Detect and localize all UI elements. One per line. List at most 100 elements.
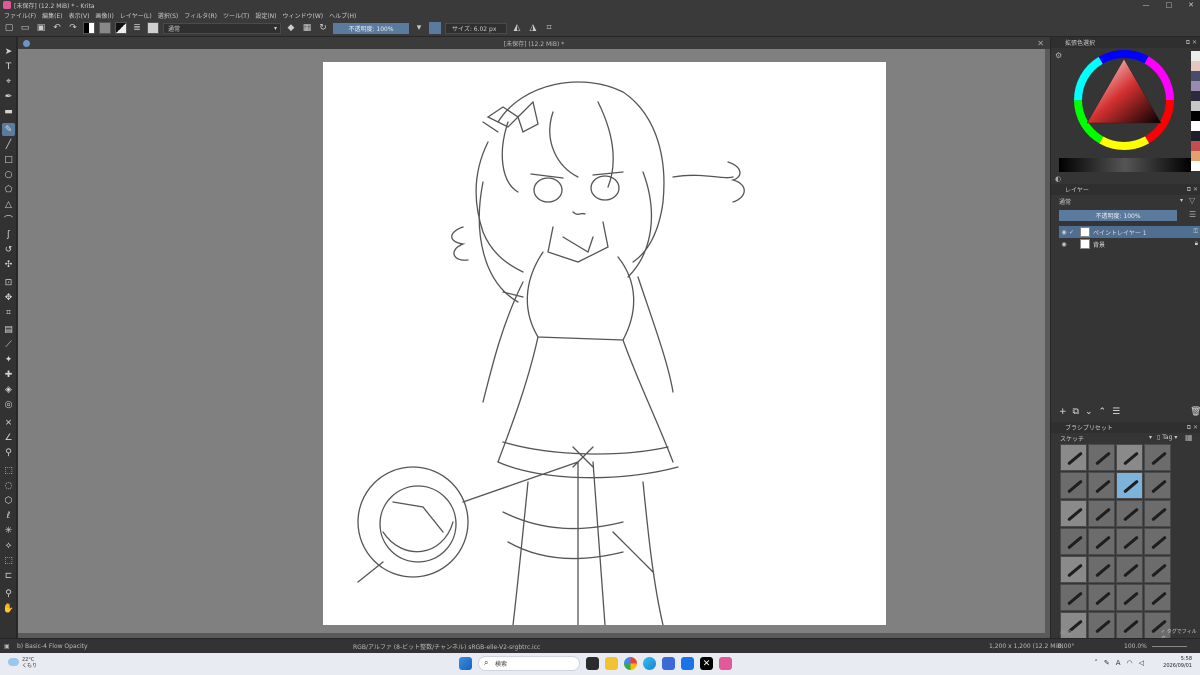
brush-preset[interactable] xyxy=(1116,500,1143,527)
pen-icon[interactable]: ✎ xyxy=(1104,659,1110,667)
transform-tool-icon[interactable]: ⊡ xyxy=(2,276,15,289)
chrome-icon[interactable] xyxy=(624,657,637,670)
delete-layer-icon[interactable]: 🗑︎ xyxy=(1190,407,1200,417)
enclose-fill-icon[interactable]: ◎ xyxy=(2,398,15,411)
clock-time[interactable]: 5:58 xyxy=(1163,656,1192,663)
close-button[interactable]: ✕ xyxy=(1188,0,1194,10)
rectangle-tool-icon[interactable]: □ xyxy=(2,153,15,166)
brush-preset[interactable] xyxy=(1144,500,1171,527)
ime-icon[interactable]: A xyxy=(1116,659,1121,667)
menu-file[interactable]: ファイル(F) xyxy=(4,11,36,20)
brush-preset[interactable] xyxy=(1144,444,1171,471)
brush-preset[interactable] xyxy=(1088,528,1115,555)
brush-preset[interactable] xyxy=(1088,556,1115,583)
eye-icon[interactable]: ◉ xyxy=(1059,229,1069,236)
dock-float-close-icon[interactable]: ⧉ ✕ xyxy=(1186,37,1197,48)
duplicate-layer-icon[interactable]: ⧉ xyxy=(1073,407,1079,417)
brush-preset[interactable] xyxy=(1144,528,1171,555)
edit-shapes-icon[interactable]: ⌖ xyxy=(2,75,15,88)
brush-preset[interactable] xyxy=(1116,444,1143,471)
polyline-tool-icon[interactable]: △ xyxy=(2,198,15,211)
select-shapes-icon[interactable]: ➤ xyxy=(2,45,15,58)
menu-help[interactable]: ヘルプ(H) xyxy=(329,11,356,20)
line-tool-icon[interactable]: ╱ xyxy=(2,138,15,151)
value-slider[interactable] xyxy=(1059,158,1191,172)
dock-float-close-icon[interactable]: ⧉ ✕ xyxy=(1187,422,1198,433)
calligraphy-icon[interactable]: ✒ xyxy=(2,90,15,103)
dock-float-close-icon[interactable]: ⧉ ✕ xyxy=(1187,184,1198,195)
magnetic-select-icon[interactable]: ⊏ xyxy=(2,569,15,582)
layer-properties-icon[interactable]: ☰ xyxy=(1112,407,1120,417)
brush-settings-icon[interactable]: ≣ xyxy=(131,22,143,34)
menu-select[interactable]: 選択(S) xyxy=(158,11,179,20)
layer-opacity-slider[interactable]: 不透明度: 100% xyxy=(1059,210,1177,221)
preserve-alpha-icon[interactable]: ▦ xyxy=(301,22,313,34)
colorize-mask-icon[interactable]: ✦ xyxy=(2,353,15,366)
layer-menu-icon[interactable]: ☰ xyxy=(1189,210,1196,219)
fill-tool-icon[interactable]: ◈ xyxy=(2,383,15,396)
wifi-icon[interactable]: ◠ xyxy=(1127,659,1133,667)
brush-preset[interactable] xyxy=(1060,528,1087,555)
color-wheel[interactable] xyxy=(1069,45,1179,155)
blend-mode-select[interactable]: 通常 ▾ xyxy=(163,22,281,34)
brush-preset-icon[interactable] xyxy=(147,22,159,34)
minimize-button[interactable]: — xyxy=(1143,0,1150,10)
add-layer-icon[interactable]: + xyxy=(1059,407,1067,417)
assistant-icon[interactable]: ⨯ xyxy=(2,416,15,429)
brush-preset[interactable] xyxy=(1144,556,1171,583)
move-up-icon[interactable]: ⌃ xyxy=(1099,407,1107,417)
assistant-tool-icon[interactable]: ▬ xyxy=(2,105,15,118)
brush-preset[interactable] xyxy=(1060,472,1087,499)
menu-image[interactable]: 画像(I) xyxy=(95,11,113,20)
grid-view-icon[interactable]: ▦ xyxy=(1185,433,1193,442)
crop-tool-icon[interactable]: ⌗ xyxy=(2,306,15,319)
document-tab[interactable]: [未保存] (12.2 MiB) * ✕ xyxy=(18,37,1050,49)
canvas-area[interactable]: [未保存] (12.2 MiB) * ✕ xyxy=(18,37,1050,638)
menu-layer[interactable]: レイヤー(L) xyxy=(120,11,152,20)
dynamic-brush-icon[interactable]: ↺ xyxy=(2,243,15,256)
layer-row[interactable]: ◉ 背景 🔒︎ xyxy=(1059,238,1200,250)
move-down-icon[interactable]: ⌄ xyxy=(1085,407,1093,417)
brush-preset[interactable] xyxy=(1088,500,1115,527)
drawing-canvas[interactable] xyxy=(323,62,886,625)
menu-window[interactable]: ウィンドウ(W) xyxy=(283,11,324,20)
maximize-button[interactable]: □ xyxy=(1166,0,1173,10)
brush-preset[interactable] xyxy=(1116,528,1143,555)
size-slider[interactable]: サイズ: 6.02 px xyxy=(445,22,507,34)
wrap-around-icon[interactable]: ⌗ xyxy=(543,22,555,34)
mirror-horizontal-icon[interactable]: ◭ xyxy=(511,22,523,34)
gradient-tool-icon[interactable]: ▤ xyxy=(2,323,15,336)
brush-preset[interactable] xyxy=(1116,584,1143,611)
zoom-slider[interactable] xyxy=(1152,646,1187,647)
menu-settings[interactable]: 設定(N) xyxy=(255,11,276,20)
reset-icon[interactable]: ◐ xyxy=(1055,175,1061,183)
krita-taskbar-icon[interactable] xyxy=(719,657,732,670)
brush-preset[interactable] xyxy=(1060,584,1087,611)
brush-preset[interactable] xyxy=(1060,556,1087,583)
outlook-icon[interactable] xyxy=(681,657,694,670)
polygon-select-icon[interactable]: ⬡ xyxy=(2,494,15,507)
reference-tool-icon[interactable]: ⚲ xyxy=(2,446,15,459)
text-tool-icon[interactable]: T xyxy=(2,60,15,73)
ellipse-tool-icon[interactable]: ○ xyxy=(2,168,15,181)
brush-preset[interactable] xyxy=(1060,500,1087,527)
multibrush-icon[interactable]: ✣ xyxy=(2,258,15,271)
filter-icon[interactable]: ▽ xyxy=(1189,196,1195,205)
menu-filter[interactable]: フィルタ(R) xyxy=(184,11,217,20)
freehand-select-icon[interactable]: ℓ xyxy=(2,509,15,522)
ellipse-select-icon[interactable]: ◌ xyxy=(2,479,15,492)
x-app-icon[interactable]: ✕ xyxy=(700,657,713,670)
pan-tool-icon[interactable]: ✋ xyxy=(2,602,15,615)
task-view-icon[interactable] xyxy=(586,657,599,670)
polygon-tool-icon[interactable]: ⬠ xyxy=(2,183,15,196)
brush-preset[interactable] xyxy=(1088,472,1115,499)
contiguous-select-icon[interactable]: ✳ xyxy=(2,524,15,537)
measure-tool-icon[interactable]: ∠ xyxy=(2,431,15,444)
fg-bg-color-swatch[interactable] xyxy=(115,22,127,34)
edge-icon[interactable] xyxy=(643,657,656,670)
bezier-select-icon[interactable]: ⬚ xyxy=(2,554,15,567)
move-tool-icon[interactable]: ✥ xyxy=(2,291,15,304)
menu-view[interactable]: 表示(V) xyxy=(69,11,90,20)
brush-preset[interactable] xyxy=(1088,444,1115,471)
windows-start-icon[interactable] xyxy=(459,657,472,670)
